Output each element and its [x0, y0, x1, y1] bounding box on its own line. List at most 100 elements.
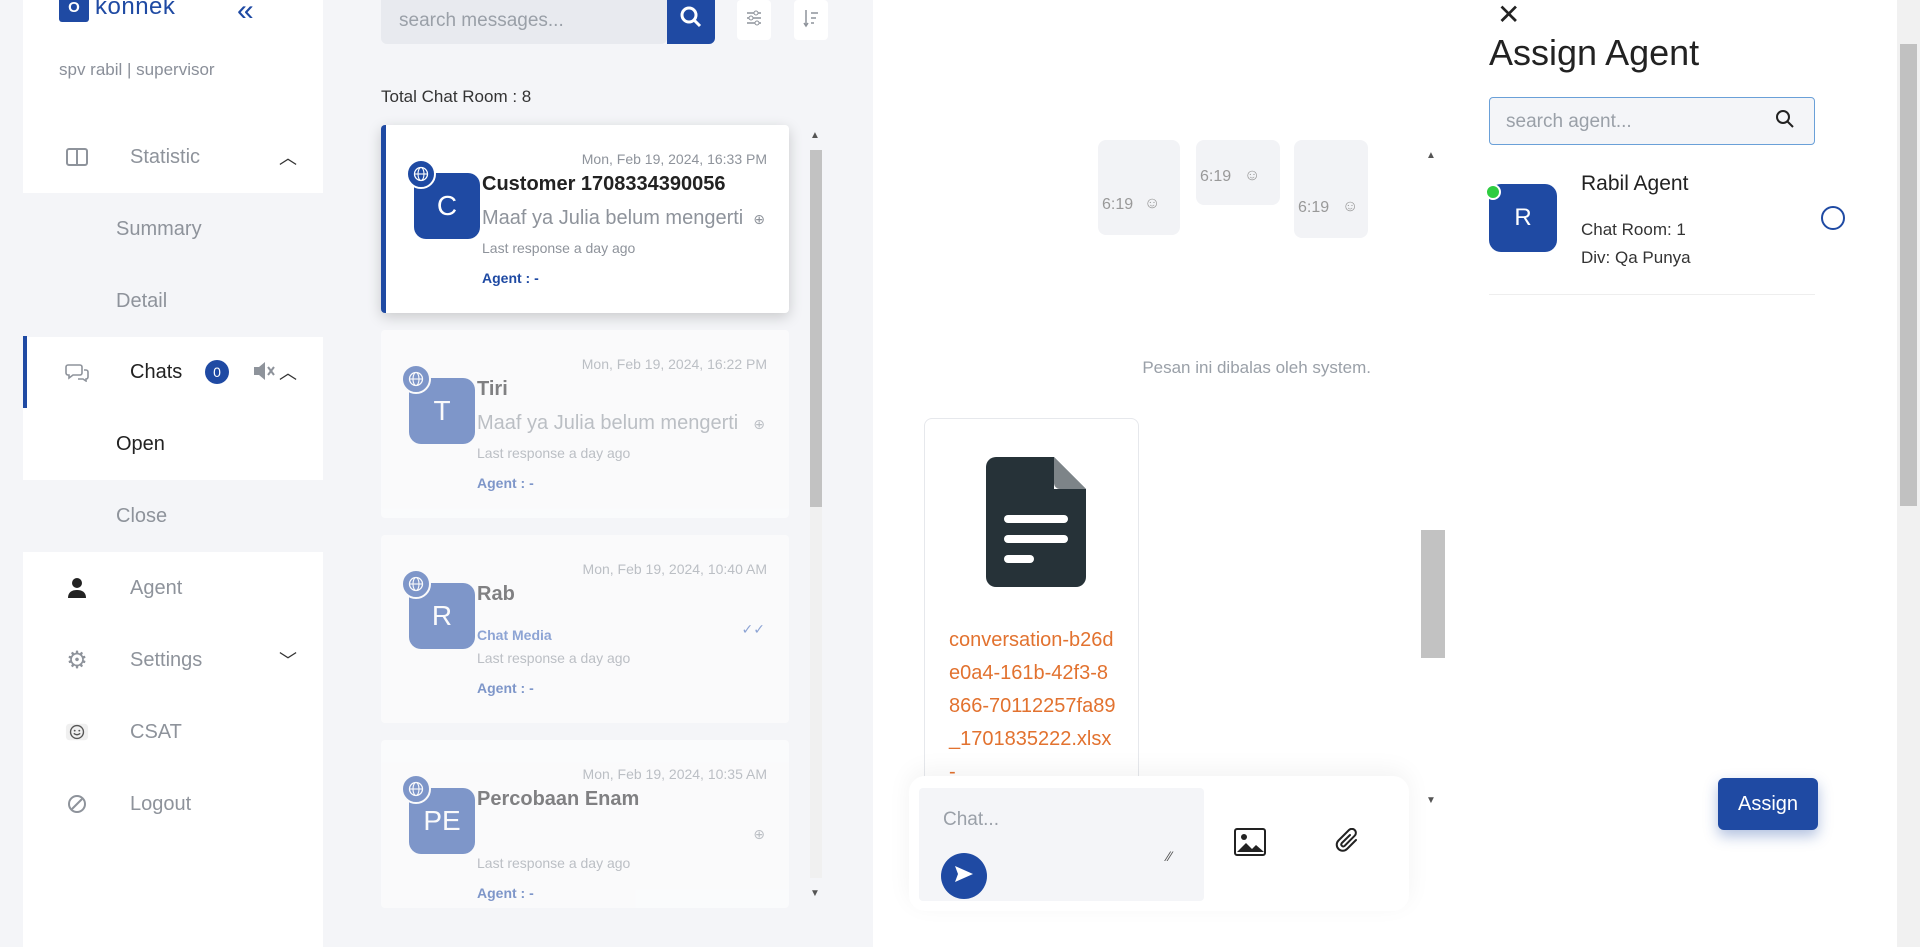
search-icon	[679, 5, 703, 34]
search-icon[interactable]	[1775, 109, 1795, 134]
nav-open[interactable]: Open	[23, 408, 323, 480]
conversation-scrollbar[interactable]: ▲ ▼	[1421, 150, 1445, 810]
search-messages-input[interactable]: search messages...	[381, 0, 667, 44]
sort-icon	[803, 8, 819, 33]
chat-agent: Agent : -	[477, 475, 534, 491]
scroll-down-arrow[interactable]: ▼	[810, 888, 820, 899]
nav-statistic[interactable]: Statistic ︿	[23, 121, 323, 193]
nav-csat-label: CSAT	[130, 720, 182, 743]
page-scrollbar[interactable]	[1897, 0, 1920, 947]
mute-icon[interactable]	[252, 360, 276, 387]
assign-agent-panel: ✕ Assign Agent search agent... R Rabil A…	[1445, 0, 1920, 947]
ban-icon	[65, 792, 89, 816]
nav-chats[interactable]: Chats 0 ︿	[23, 336, 323, 408]
chat-agent: Agent : -	[477, 680, 534, 696]
message-bubble: 6:19 ☺	[1294, 140, 1368, 238]
bot-icon: ⊕	[753, 211, 765, 227]
smiley-icon	[65, 720, 89, 744]
chat-customer-name: Tiri	[477, 378, 508, 400]
agent-select-radio[interactable]	[1821, 206, 1845, 230]
nav-detail-label: Detail	[116, 289, 168, 312]
chat-bubbles-icon	[65, 360, 89, 384]
nav-detail[interactable]: Detail	[23, 265, 323, 337]
bot-icon: ☺	[1342, 198, 1359, 215]
search-messages-placeholder: search messages...	[399, 10, 564, 31]
chat-list-scrollbar[interactable]: ▲ ▼	[806, 130, 826, 899]
agent-name: Rabil Agent	[1581, 172, 1689, 195]
person-icon	[65, 576, 89, 600]
scrollbar-thumb[interactable]	[1900, 44, 1917, 506]
scrollbar-thumb[interactable]	[1421, 530, 1445, 658]
resize-handle-icon[interactable]: ⁄⁄	[1167, 848, 1172, 864]
gear-icon: ⚙	[66, 646, 88, 674]
conversation-panel: 6:19 ☺ 6:19 ☺ 6:19 ☺ Pesan ini dibalas o…	[873, 0, 1445, 947]
nav-settings[interactable]: ⚙ Settings ﹀	[23, 624, 323, 696]
chat-last-response: Last response a day ago	[477, 445, 631, 461]
chevron-up-icon: ︿	[279, 363, 297, 383]
nav-close[interactable]: Close	[23, 480, 323, 552]
book-open-icon	[65, 145, 89, 169]
send-button[interactable]	[941, 853, 987, 899]
scrollbar-thumb[interactable]	[810, 150, 822, 507]
globe-icon	[401, 569, 431, 599]
nav-open-label: Open	[116, 432, 165, 455]
paperclip-icon[interactable]	[1334, 827, 1362, 861]
chat-room-card[interactable]: R Mon, Feb 19, 2024, 10:40 AM Rab Chat M…	[381, 535, 789, 723]
message-bubble: 6:19 ☺	[1098, 140, 1180, 235]
nav-agent-label: Agent	[130, 576, 183, 599]
nav-close-label: Close	[116, 504, 168, 527]
nav-settings-label: Settings	[130, 648, 203, 671]
message-time: 6:19	[1200, 168, 1232, 185]
file-attachment-card[interactable]: conversation-b26de0a4-161b-42f3-8866-701…	[924, 418, 1139, 798]
chat-last-response: Last response a day ago	[477, 650, 631, 666]
chat-date: Mon, Feb 19, 2024, 10:40 AM	[582, 561, 767, 577]
nav-agent[interactable]: Agent	[23, 552, 323, 624]
assign-agent-title: Assign Agent	[1489, 32, 1700, 73]
chat-list-panel: search messages... Total Chat Room : 8 C…	[323, 0, 873, 947]
nav-statistic-label: Statistic	[130, 145, 201, 168]
chat-room-card[interactable]: C Mon, Feb 19, 2024, 16:33 PM Customer 1…	[381, 125, 789, 313]
bot-icon: ⊕	[753, 826, 765, 842]
nav-chats-label: Chats	[130, 360, 183, 383]
search-agent-input[interactable]: search agent...	[1489, 97, 1815, 145]
double-check-icon: ✓✓	[741, 621, 765, 637]
scroll-down-arrow[interactable]: ▼	[1426, 795, 1436, 806]
current-user: spv rabil | supervisor	[59, 60, 215, 79]
close-icon[interactable]: ✕	[1497, 0, 1520, 31]
chat-customer-name: Percobaan Enam	[477, 788, 640, 810]
message-time: 6:19	[1102, 196, 1134, 213]
sliders-icon	[746, 10, 762, 31]
search-button[interactable]	[667, 0, 715, 44]
collapse-sidebar-icon[interactable]: «	[237, 0, 254, 28]
assign-button[interactable]: Assign	[1718, 778, 1818, 830]
nav-logout-label: Logout	[130, 792, 192, 815]
chevron-up-icon: ︿	[279, 148, 297, 168]
globe-icon	[401, 774, 431, 804]
file-link[interactable]: conversation-b26de0a4-161b-42f3-8866-701…	[949, 624, 1119, 789]
nav-csat[interactable]: CSAT	[23, 696, 323, 768]
globe-icon	[406, 159, 436, 189]
chat-customer-name: Customer 1708334390056	[482, 173, 726, 195]
chat-media-label: Chat Media	[477, 627, 552, 643]
sort-button[interactable]	[794, 0, 828, 40]
chat-date: Mon, Feb 19, 2024, 10:35 AM	[582, 766, 767, 782]
agent-row[interactable]: R Rabil Agent Chat Room: 1 Div: Qa Punya	[1485, 160, 1845, 295]
chat-last-message: Maaf ya Julia belum mengerti	[482, 207, 744, 229]
logo-mark: O	[59, 0, 89, 22]
scroll-up-arrow[interactable]: ▲	[810, 130, 820, 141]
filter-button[interactable]	[737, 0, 771, 40]
search-agent-placeholder: search agent...	[1506, 111, 1632, 132]
chat-room-card[interactable]: PE Mon, Feb 19, 2024, 10:35 AM Percobaan…	[381, 740, 789, 908]
image-upload-icon[interactable]	[1234, 828, 1266, 861]
app-logo[interactable]: O konnek	[59, 0, 175, 22]
online-status-dot	[1485, 184, 1501, 200]
chat-room-card[interactable]: T Mon, Feb 19, 2024, 16:22 PM Tiri Maaf …	[381, 330, 789, 518]
agent-division: Div: Qa Punya	[1581, 248, 1691, 267]
system-reply-note: Pesan ini dibalas oleh system.	[1142, 358, 1371, 377]
scroll-up-arrow[interactable]: ▲	[1426, 150, 1436, 161]
chat-agent: Agent : -	[477, 885, 534, 901]
nav-summary[interactable]: Summary	[23, 193, 323, 265]
nav-logout[interactable]: Logout	[23, 768, 323, 840]
message-bubble: 6:19 ☺	[1196, 140, 1280, 205]
chat-date: Mon, Feb 19, 2024, 16:22 PM	[581, 356, 767, 372]
